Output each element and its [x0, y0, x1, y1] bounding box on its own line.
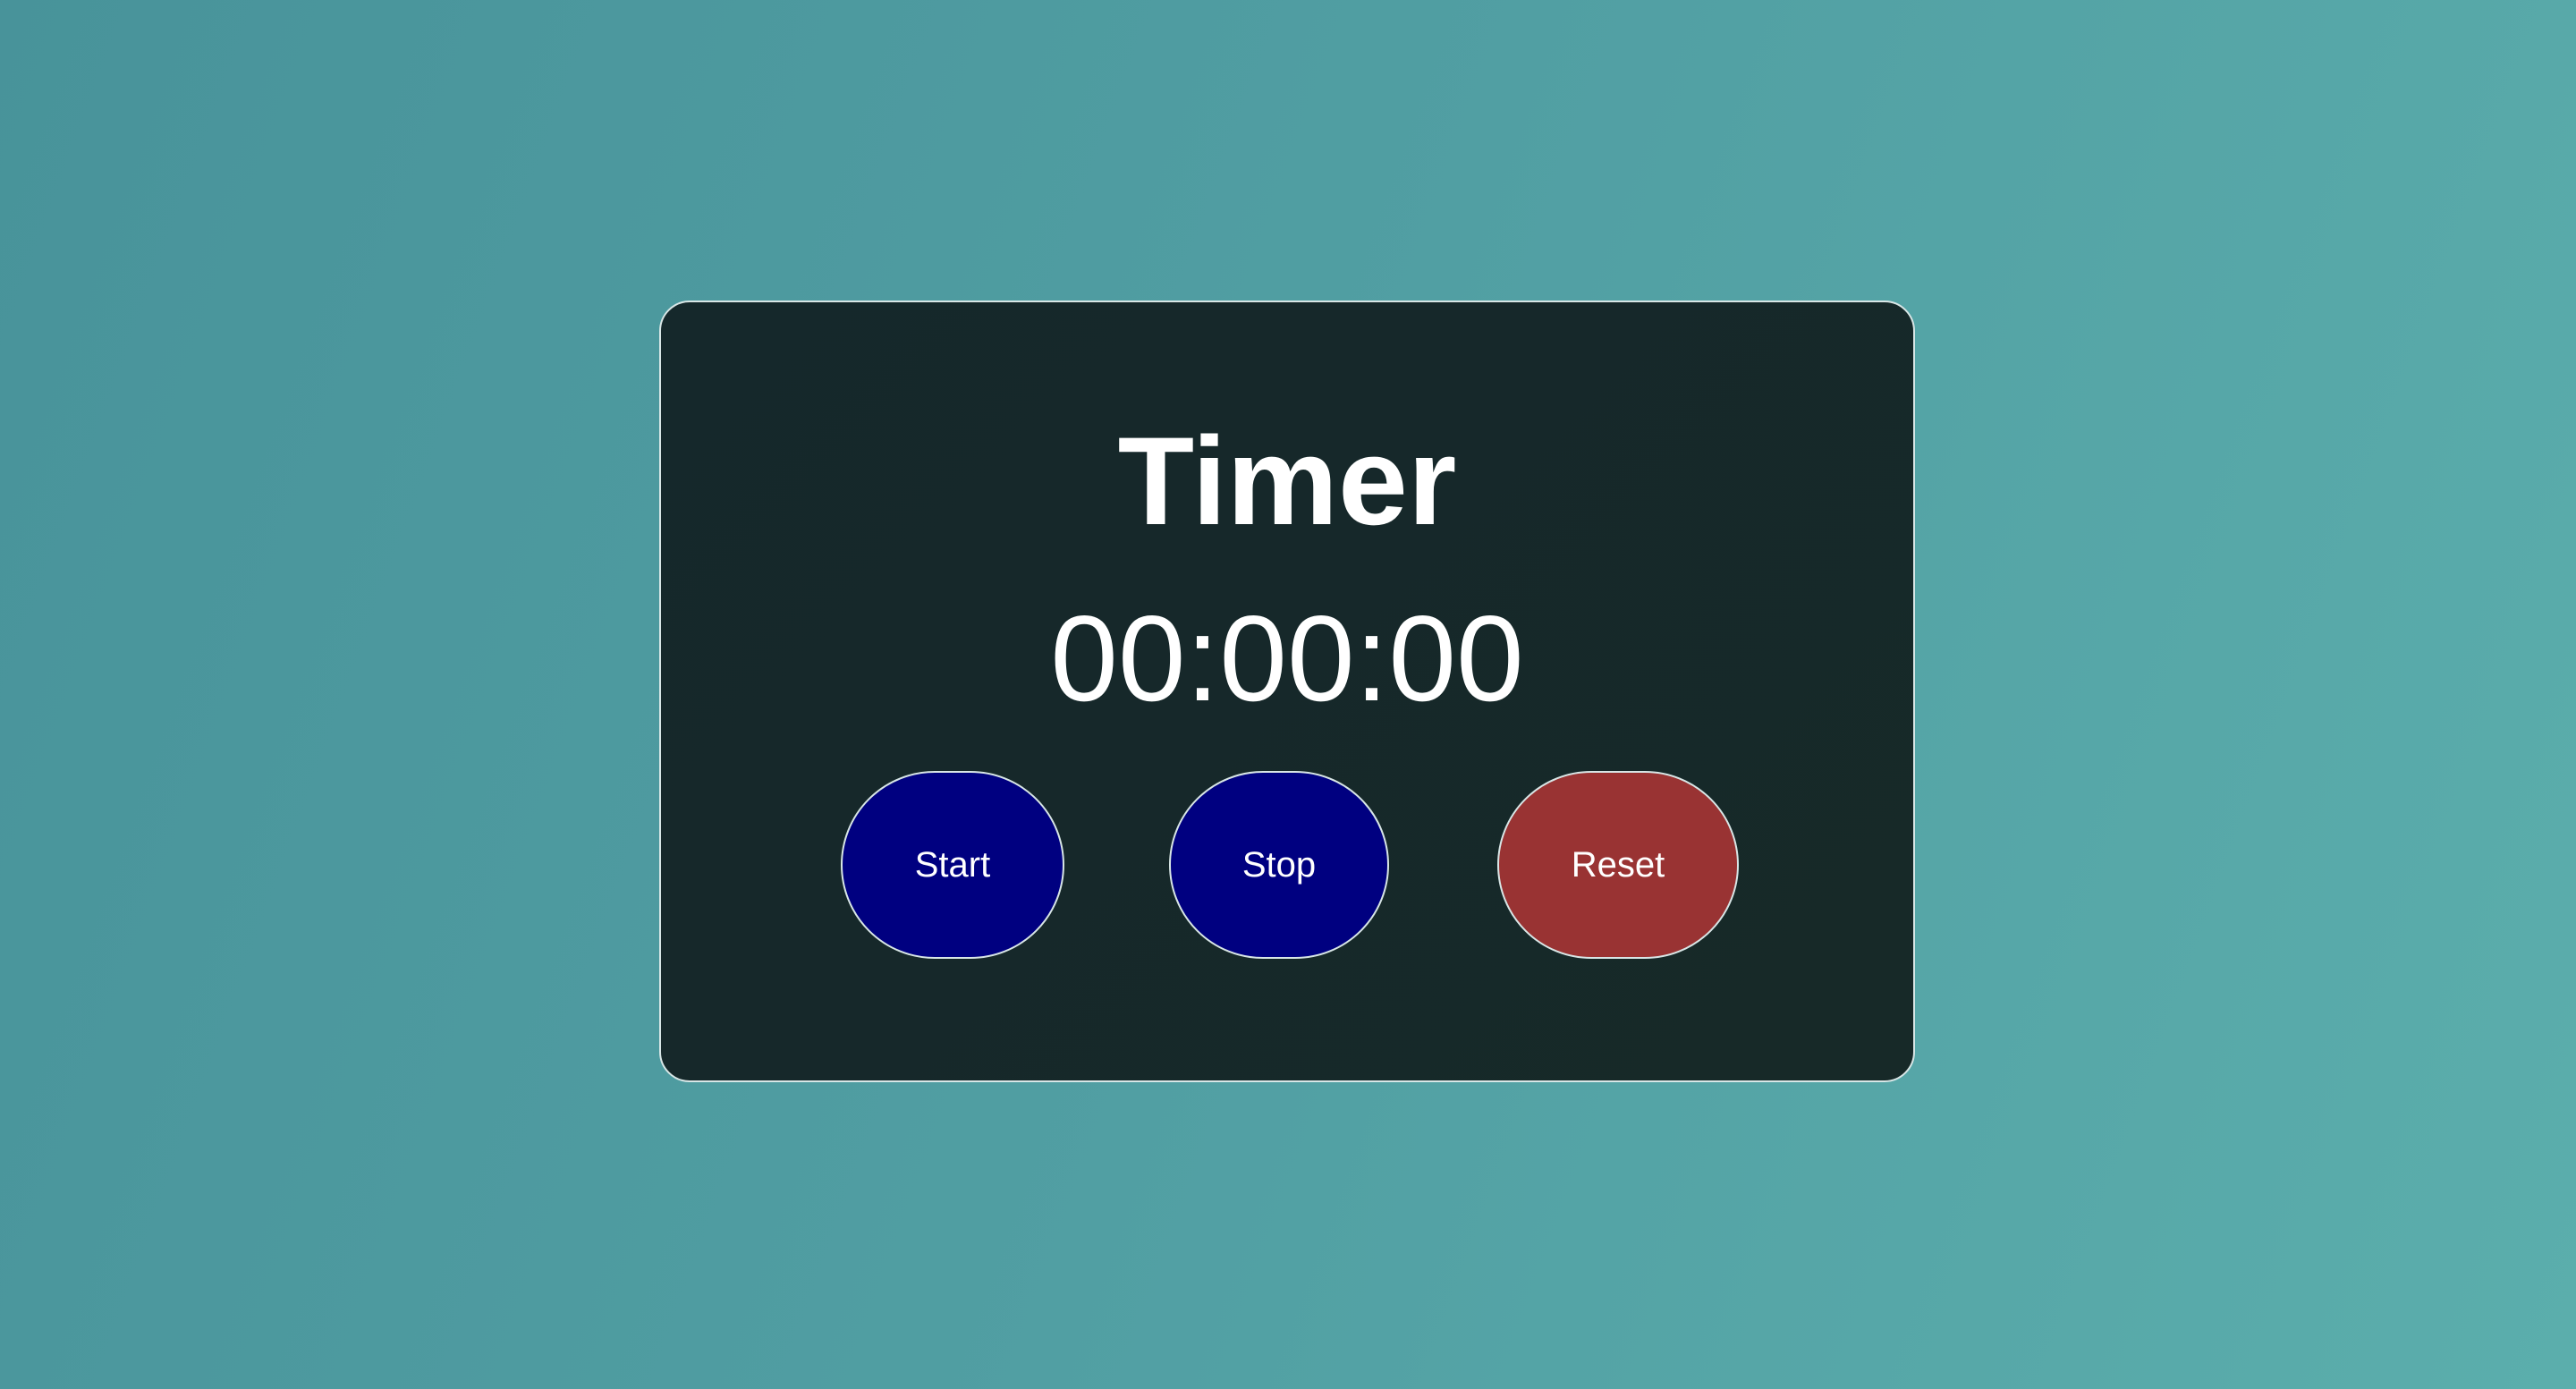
timer-title: Timer	[1117, 411, 1457, 551]
reset-button[interactable]: Reset	[1497, 771, 1739, 959]
timer-card: Timer 00:00:00 Start Stop Reset	[659, 301, 1915, 1082]
timer-display: 00:00:00	[1050, 590, 1524, 726]
stop-button[interactable]: Stop	[1169, 771, 1389, 959]
start-button[interactable]: Start	[841, 771, 1064, 959]
